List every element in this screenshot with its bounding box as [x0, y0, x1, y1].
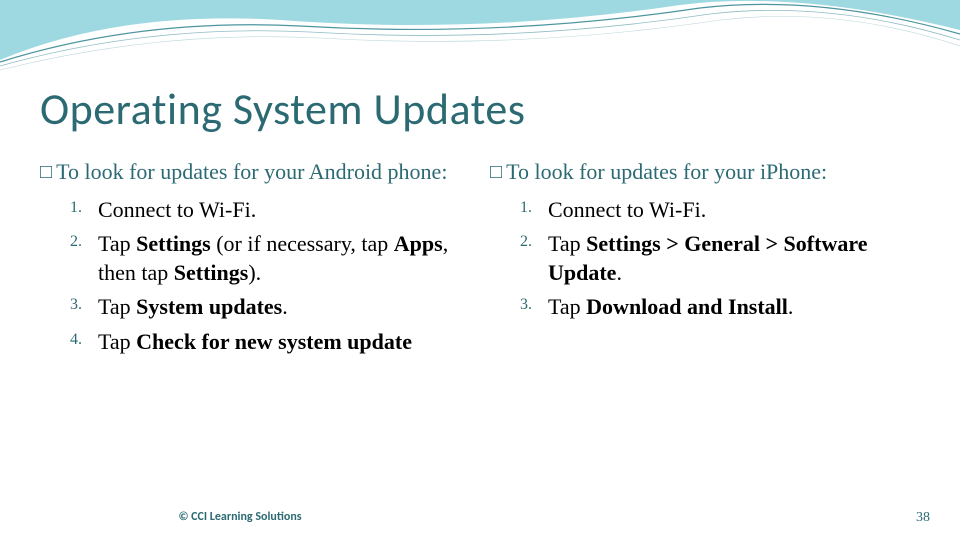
left-intro: □ To look for updates for your Android p…	[40, 158, 470, 186]
step-number: 3.	[70, 295, 82, 316]
step-item: 2. Tap Settings > General > Software Upda…	[520, 230, 920, 287]
step-number: 1.	[70, 198, 82, 219]
bullet-icon: □	[40, 160, 52, 188]
step-item: 1. Connect to Wi-Fi.	[70, 196, 470, 225]
bullet-icon: □	[490, 160, 502, 188]
step-text: Tap Settings > General > Software Update…	[548, 231, 867, 285]
step-text: Tap Download and Install.	[548, 294, 793, 319]
step-text: Tap Settings (or if necessary, tap Apps,…	[98, 231, 448, 285]
step-number: 2.	[520, 232, 532, 253]
step-text: Connect to Wi-Fi.	[548, 197, 706, 222]
left-column: □ To look for updates for your Android p…	[40, 158, 470, 362]
right-column: □ To look for updates for your iPhone: 1…	[490, 158, 920, 362]
right-steps: 1. Connect to Wi-Fi. 2. Tap Settings > Gene…	[490, 196, 920, 322]
slide-title: Operating System Updates	[40, 82, 526, 136]
step-item: 1. Connect to Wi-Fi.	[520, 196, 920, 225]
step-text: Connect to Wi-Fi.	[98, 197, 256, 222]
step-number: 3.	[520, 295, 532, 316]
step-number: 4.	[70, 330, 82, 351]
right-intro-text: To look for updates for your iPhone:	[506, 158, 827, 186]
step-text: Tap Check for new system update	[98, 329, 412, 354]
left-steps: 1. Connect to Wi-Fi. 2. Tap Settings (or if…	[40, 196, 470, 357]
step-number: 1.	[520, 198, 532, 219]
step-item: 2. Tap Settings (or if necessary, tap App…	[70, 230, 470, 287]
step-item: 3. Tap Download and Install.	[520, 293, 920, 322]
content-columns: □ To look for updates for your Android p…	[40, 158, 920, 362]
right-intro: □ To look for updates for your iPhone:	[490, 158, 920, 186]
footer-copyright: © CCI Learning Solutions	[0, 510, 480, 524]
step-item: 4. Tap Check for new system update	[70, 328, 470, 357]
step-item: 3. Tap System updates.	[70, 293, 470, 322]
step-text: Tap System updates.	[98, 294, 288, 319]
step-number: 2.	[70, 232, 82, 253]
page-number: 38	[916, 510, 930, 526]
left-intro-text: To look for updates for your Android pho…	[56, 158, 447, 186]
